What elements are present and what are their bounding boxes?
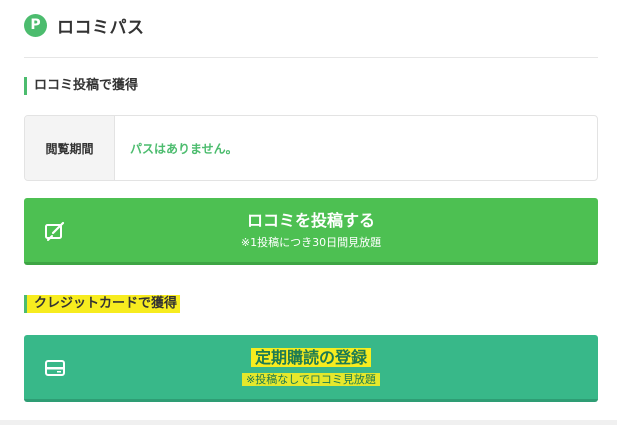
kuchikomi-pass-panel: P ロコミパス ロコミ投稿で獲得 閲覧期間 パスはありません。 ロコミを投稿する… xyxy=(0,0,617,420)
viewing-period-label: 閲覧期間 xyxy=(25,116,115,180)
panel-header: P ロコミパス xyxy=(24,12,145,38)
viewing-period-box: 閲覧期間 パスはありません。 xyxy=(24,115,598,181)
subscription-label: 定期購読の登録 xyxy=(250,348,371,367)
pass-p-icon: P xyxy=(24,13,47,37)
subscription-register-button[interactable]: 定期購読の登録 ※投稿なしでロコミ見放題 xyxy=(24,335,598,402)
post-review-label: ロコミを投稿する xyxy=(246,211,375,230)
review-section-title: ロコミ投稿で獲得 xyxy=(24,77,138,95)
panel-title: ロコミパス xyxy=(57,17,145,38)
header-divider xyxy=(24,57,598,58)
post-review-button[interactable]: ロコミを投稿する ※1投稿につき30日間見放題 xyxy=(24,198,598,265)
viewing-period-value: パスはありません。 xyxy=(130,141,238,156)
card-section-title: クレジットカードで獲得 xyxy=(24,295,181,313)
page-bottom-edge xyxy=(0,420,617,425)
post-review-sublabel: ※1投稿につき30日間見放題 xyxy=(240,236,382,249)
subscription-sublabel: ※投稿なしでロコミ見放題 xyxy=(242,373,380,386)
